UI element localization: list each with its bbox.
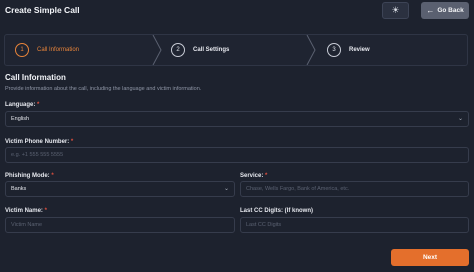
language-label: Language: * (5, 102, 40, 108)
victim-name-input[interactable] (5, 217, 235, 233)
language-select[interactable]: English ⌄ (5, 111, 469, 127)
page-title: Create Simple Call (5, 5, 80, 15)
stepper: 1 Call Information 2 Call Settings 3 Rev… (4, 34, 468, 66)
go-back-label: Go Back (437, 7, 464, 14)
step-number: 2 (171, 43, 185, 57)
phishing-mode-value: Banks (11, 186, 27, 192)
last-cc-label: Last CC Digits: (If known) (240, 208, 313, 214)
victim-phone-input[interactable] (5, 147, 469, 163)
chevron-down-icon: ⌄ (457, 116, 463, 122)
service-input[interactable] (240, 181, 469, 197)
next-button[interactable]: Next (391, 249, 469, 266)
step-call-settings[interactable]: 2 Call Settings (171, 35, 229, 65)
required-marker: * (37, 102, 40, 108)
theme-toggle-button[interactable]: ☀ (382, 2, 409, 19)
step-number: 1 (15, 43, 29, 57)
required-marker: * (265, 173, 268, 179)
step-number: 3 (327, 43, 341, 57)
step-review[interactable]: 3 Review (327, 35, 370, 65)
step-label: Call Settings (193, 47, 230, 53)
step-label: Review (349, 47, 370, 53)
service-label: Service: * (240, 173, 268, 179)
step-call-information[interactable]: 1 Call Information (15, 35, 79, 65)
step-label: Call Information (37, 47, 80, 53)
required-marker: * (70, 139, 74, 145)
victim-phone-label: Victim Phone Number: * (5, 139, 74, 145)
chevron-right-icon (306, 35, 316, 65)
last-cc-input[interactable] (240, 217, 469, 233)
arrow-left-icon: ← (426, 6, 435, 15)
header-bar: Create Simple Call ☀ ← Go Back (0, 0, 474, 22)
section-title: Call Information (5, 73, 66, 82)
chevron-down-icon: ⌄ (223, 186, 229, 192)
victim-name-label: Victim Name: * (5, 208, 47, 214)
section-subtitle: Provide information about the call, incl… (5, 86, 202, 92)
language-value: English (11, 116, 30, 122)
required-marker: * (51, 173, 54, 179)
phishing-mode-select[interactable]: Banks ⌄ (5, 181, 235, 197)
required-marker: * (44, 208, 47, 214)
chevron-right-icon (152, 35, 162, 65)
sun-icon: ☀ (391, 5, 400, 15)
phishing-mode-label: Phishing Mode: * (5, 173, 54, 179)
go-back-button[interactable]: ← Go Back (421, 2, 469, 19)
